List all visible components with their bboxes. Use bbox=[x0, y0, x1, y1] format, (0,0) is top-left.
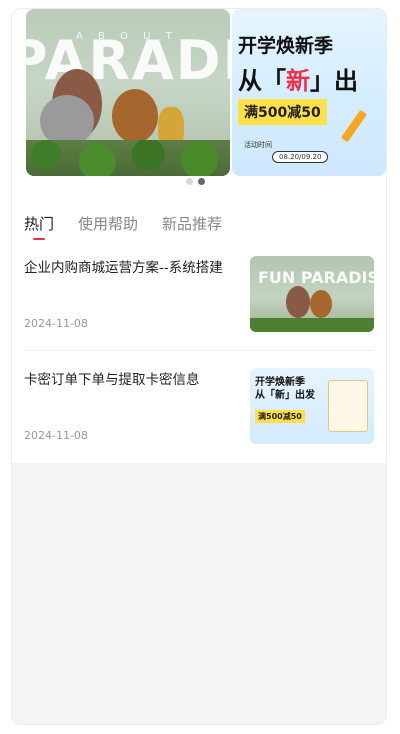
carousel-dot[interactable] bbox=[186, 178, 193, 185]
tab-hot[interactable]: 热门 bbox=[24, 213, 54, 240]
pencil-icon bbox=[340, 109, 368, 143]
thumb-promo-badge: 满500减50 bbox=[255, 410, 305, 423]
promo-headline: 开学焕新季 bbox=[238, 35, 334, 57]
divider bbox=[24, 350, 374, 351]
page-frame: A B O U T PARADISE 开学焕新季 从「新」出 满500减50 活… bbox=[11, 8, 387, 725]
tab-new-products[interactable]: 新品推荐 bbox=[162, 213, 222, 234]
article-date: 2024-11-08 bbox=[24, 429, 88, 442]
banner-carousel[interactable]: A B O U T PARADISE 开学焕新季 从「新」出 满500减50 活… bbox=[26, 9, 386, 176]
list-item[interactable]: 企业内购商城运营方案--系统搭建 2024-11-08 FUN PARADISE bbox=[24, 254, 374, 334]
article-title: 企业内购商城运营方案--系统搭建 bbox=[24, 260, 223, 276]
carousel-slide-promo[interactable]: 开学焕新季 从「新」出 满500减50 活动时间 08.20/09.20 bbox=[232, 9, 386, 176]
thumb-toy bbox=[310, 290, 332, 318]
tab-help[interactable]: 使用帮助 bbox=[78, 213, 138, 234]
promo-date-range: 08.20/09.20 bbox=[272, 151, 329, 163]
thumb-moss bbox=[250, 318, 374, 332]
promo-subline-suffix: 」出 bbox=[310, 67, 358, 95]
thumb-promo-text: 开学焕新季 从「新」出发 bbox=[255, 377, 315, 401]
notebook-icon bbox=[328, 380, 368, 432]
promo-discount-badge: 满500减50 bbox=[238, 99, 327, 125]
article-date: 2024-11-08 bbox=[24, 317, 88, 330]
carousel-indicators bbox=[186, 170, 210, 189]
carousel-slide-paradise[interactable]: A B O U T PARADISE bbox=[26, 9, 230, 176]
article-thumbnail: FUN PARADISE bbox=[250, 256, 374, 332]
article-title: 卡密订单下单与提取卡密信息 bbox=[24, 372, 200, 388]
promo-subline-highlight: 新 bbox=[286, 67, 310, 95]
content-card: A B O U T PARADISE 开学焕新季 从「新」出 满500减50 活… bbox=[12, 9, 386, 463]
promo-subline-prefix: 从「 bbox=[238, 67, 286, 95]
carousel-dot-active[interactable] bbox=[198, 178, 205, 185]
promo-subline: 从「新」出 bbox=[238, 61, 358, 96]
category-tabs: 热门 使用帮助 新品推荐 bbox=[24, 213, 246, 240]
article-thumbnail: 开学焕新季 从「新」出发 满500减50 bbox=[250, 368, 374, 444]
thumb-banner-word: FUN PARADISE bbox=[258, 268, 374, 287]
list-item[interactable]: 卡密订单下单与提取卡密信息 2024-11-08 开学焕新季 从「新」出发 满5… bbox=[24, 366, 374, 446]
toy-figure-lion bbox=[112, 89, 158, 143]
thumb-toy bbox=[286, 286, 310, 318]
promo-date-label: 活动时间 bbox=[244, 141, 272, 149]
